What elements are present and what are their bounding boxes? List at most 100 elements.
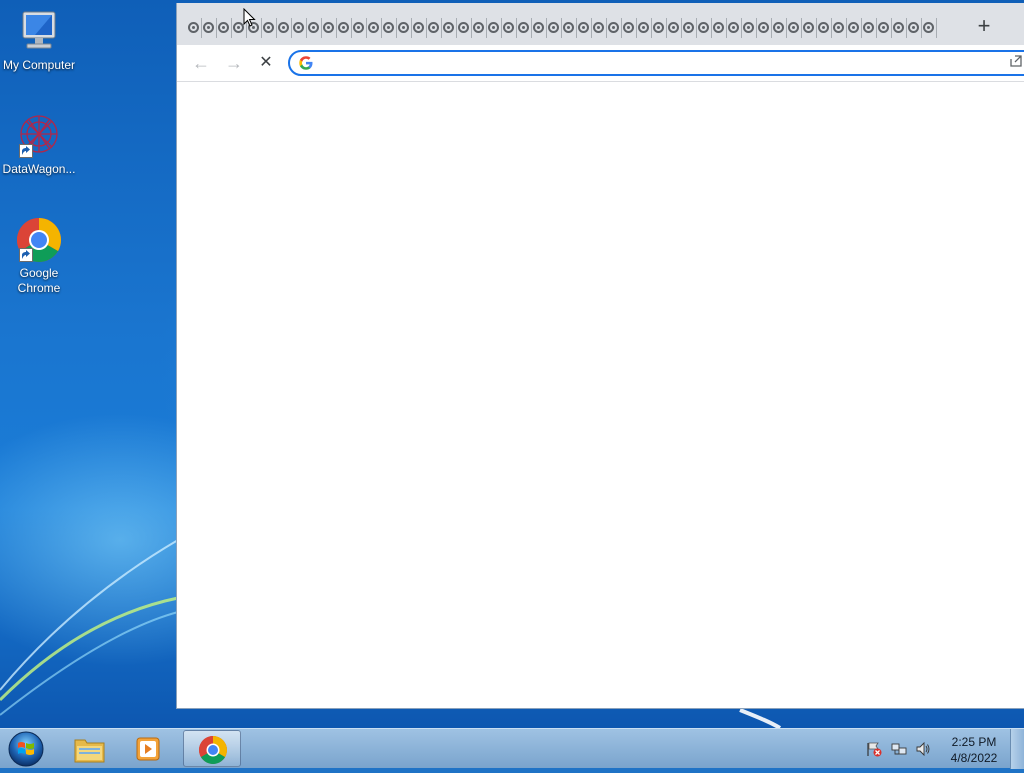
browser-tab[interactable] bbox=[277, 18, 292, 38]
action-center-flag-icon[interactable] bbox=[866, 741, 882, 757]
chrome-icon bbox=[15, 216, 63, 264]
page-content[interactable] bbox=[177, 82, 1024, 708]
loading-ring-icon bbox=[383, 22, 394, 33]
browser-tab[interactable] bbox=[397, 18, 412, 38]
address-bar[interactable] bbox=[288, 50, 1024, 76]
taskbar-google-chrome[interactable] bbox=[183, 730, 241, 767]
volume-icon[interactable] bbox=[915, 741, 931, 757]
loading-ring-icon bbox=[923, 22, 934, 33]
loading-ring-icon bbox=[833, 22, 844, 33]
tab-strip: + bbox=[177, 3, 1024, 45]
taskbar-file-explorer[interactable] bbox=[60, 730, 118, 767]
loading-ring-icon bbox=[698, 22, 709, 33]
desktop-icon-datawagon[interactable]: DataWagon... bbox=[0, 112, 78, 177]
browser-tab[interactable] bbox=[757, 18, 772, 38]
loading-ring-icon bbox=[863, 22, 874, 33]
start-button[interactable] bbox=[6, 730, 46, 768]
browser-tab[interactable] bbox=[817, 18, 832, 38]
loading-ring-icon bbox=[458, 22, 469, 33]
google-g-icon bbox=[298, 55, 314, 76]
browser-tab[interactable] bbox=[532, 18, 547, 38]
system-clock[interactable]: 2:25 PM 4/8/2022 bbox=[934, 734, 1014, 766]
desktop-icon-my-computer[interactable]: My Computer bbox=[0, 8, 78, 73]
browser-tab[interactable] bbox=[517, 18, 532, 38]
back-button[interactable]: ← bbox=[191, 53, 211, 73]
browser-tab[interactable] bbox=[472, 18, 487, 38]
browser-tab[interactable] bbox=[667, 18, 682, 38]
loading-ring-icon bbox=[908, 22, 919, 33]
browser-tab[interactable] bbox=[337, 18, 352, 38]
browser-tab[interactable] bbox=[502, 18, 517, 38]
stop-loading-button[interactable]: ✕ bbox=[256, 53, 276, 73]
shortcut-arrow-icon bbox=[19, 248, 33, 262]
browser-tab[interactable] bbox=[787, 18, 802, 38]
loading-ring-icon bbox=[728, 22, 739, 33]
browser-tab[interactable] bbox=[562, 18, 577, 38]
desktop-icon-label: Google Chrome bbox=[17, 266, 61, 295]
browser-tab[interactable] bbox=[877, 18, 892, 38]
browser-tab[interactable] bbox=[352, 18, 367, 38]
desktop-icon-google-chrome[interactable]: Google Chrome bbox=[0, 216, 78, 296]
chrome-window: + ← → ✕ bbox=[176, 3, 1024, 709]
browser-tab[interactable] bbox=[637, 18, 652, 38]
loading-ring-icon bbox=[338, 22, 349, 33]
browser-tab[interactable] bbox=[727, 18, 742, 38]
tabs-row bbox=[187, 18, 937, 38]
browser-tab[interactable] bbox=[907, 18, 922, 38]
browser-tab[interactable] bbox=[547, 18, 562, 38]
browser-tab[interactable] bbox=[892, 18, 907, 38]
loading-ring-icon bbox=[413, 22, 424, 33]
browser-tab[interactable] bbox=[307, 18, 322, 38]
loading-ring-icon bbox=[488, 22, 499, 33]
browser-tab[interactable] bbox=[367, 18, 382, 38]
loading-ring-icon bbox=[578, 22, 589, 33]
loading-ring-icon bbox=[713, 22, 724, 33]
browser-tab[interactable] bbox=[922, 18, 937, 38]
loading-ring-icon bbox=[353, 22, 364, 33]
browser-tab[interactable] bbox=[592, 18, 607, 38]
browser-tab[interactable] bbox=[322, 18, 337, 38]
taskbar-media-player[interactable] bbox=[120, 730, 178, 767]
browser-tab[interactable] bbox=[487, 18, 502, 38]
browser-tab[interactable] bbox=[697, 18, 712, 38]
browser-tab[interactable] bbox=[847, 18, 862, 38]
browser-tab[interactable] bbox=[802, 18, 817, 38]
loading-ring-icon bbox=[623, 22, 634, 33]
browser-tab[interactable] bbox=[772, 18, 787, 38]
browser-tab[interactable] bbox=[862, 18, 877, 38]
browser-tab[interactable] bbox=[187, 18, 202, 38]
browser-tab[interactable] bbox=[202, 18, 217, 38]
loading-ring-icon bbox=[203, 22, 214, 33]
browser-tab[interactable] bbox=[577, 18, 592, 38]
new-tab-button[interactable]: + bbox=[973, 15, 995, 37]
browser-tab[interactable] bbox=[832, 18, 847, 38]
browser-tab[interactable] bbox=[682, 18, 697, 38]
browser-tab[interactable] bbox=[712, 18, 727, 38]
browser-tab[interactable] bbox=[442, 18, 457, 38]
browser-tab[interactable] bbox=[427, 18, 442, 38]
browser-tab[interactable] bbox=[382, 18, 397, 38]
browser-tab[interactable] bbox=[457, 18, 472, 38]
start-orb-icon bbox=[8, 731, 44, 767]
browser-tab[interactable] bbox=[262, 18, 277, 38]
browser-tab[interactable] bbox=[742, 18, 757, 38]
network-icon[interactable] bbox=[891, 741, 907, 757]
show-desktop-button[interactable] bbox=[1010, 729, 1024, 769]
browser-tab[interactable] bbox=[607, 18, 622, 38]
clock-time: 2:25 PM bbox=[951, 735, 997, 749]
desktop-icon-label: DataWagon... bbox=[2, 162, 76, 176]
loading-ring-icon bbox=[323, 22, 334, 33]
browser-tab[interactable] bbox=[652, 18, 667, 38]
browser-tab[interactable] bbox=[622, 18, 637, 38]
browser-tab[interactable] bbox=[217, 18, 232, 38]
share-icon[interactable] bbox=[1009, 54, 1023, 73]
forward-button[interactable]: → bbox=[224, 53, 244, 73]
loading-ring-icon bbox=[308, 22, 319, 33]
clock-date: 4/8/2022 bbox=[950, 751, 998, 765]
loading-ring-icon bbox=[758, 22, 769, 33]
browser-tab[interactable] bbox=[292, 18, 307, 38]
loading-ring-icon bbox=[368, 22, 379, 33]
loading-ring-icon bbox=[293, 22, 304, 33]
url-input[interactable] bbox=[320, 54, 1004, 74]
browser-tab[interactable] bbox=[412, 18, 427, 38]
